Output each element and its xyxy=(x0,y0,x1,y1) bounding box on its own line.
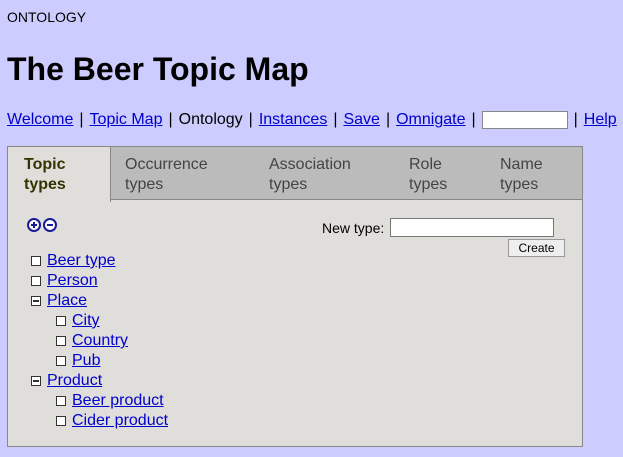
tree-toggle-icon[interactable] xyxy=(56,396,66,406)
tree-node: Place xyxy=(31,291,87,311)
nav-separator: | xyxy=(385,111,391,128)
tree-toggle-icon[interactable] xyxy=(56,316,66,326)
tree-node-link[interactable]: City xyxy=(72,311,100,331)
nav-omnigate[interactable]: Omnigate xyxy=(396,110,465,130)
new-type-input[interactable] xyxy=(390,218,555,237)
tree-expand-controls xyxy=(27,218,57,232)
nav-separator: | xyxy=(248,111,253,128)
tree-node: Beer product xyxy=(56,391,164,411)
tree-node-link[interactable]: Beer product xyxy=(72,391,164,411)
nav-welcome[interactable]: Welcome xyxy=(7,110,73,130)
tree-node: Pub xyxy=(56,351,100,371)
tree-toggle-icon[interactable] xyxy=(31,256,41,266)
tab-topic-types[interactable]: Topic types xyxy=(8,147,111,202)
nav-topic-map[interactable]: Topic Map xyxy=(90,110,163,130)
tab-label-line: types xyxy=(24,176,66,193)
tree-toggle-icon[interactable] xyxy=(31,276,41,286)
nav-search-input[interactable] xyxy=(481,111,568,129)
nav-separator: | xyxy=(79,111,84,128)
tab-role-types[interactable]: Role types xyxy=(409,147,447,201)
create-button[interactable]: Create xyxy=(508,239,565,257)
nav-separator: | xyxy=(333,111,338,128)
tree-node-link[interactable]: Pub xyxy=(72,351,100,371)
new-type-label: New type: xyxy=(322,219,385,236)
nav-separator: | xyxy=(573,111,578,128)
new-type-form: New type: xyxy=(322,218,555,237)
tree-node-link[interactable]: Country xyxy=(72,331,128,351)
tab-label-line: types xyxy=(125,176,164,193)
top-nav: Welcome | Topic Map | Ontology | Instanc… xyxy=(7,110,617,130)
tab-label-line: Topic xyxy=(24,156,66,173)
topic-types-panel: New type: Create Beer type Person Place … xyxy=(7,199,583,447)
tab-label-line: types xyxy=(269,176,308,193)
tree-node: Beer type xyxy=(31,251,115,271)
tab-label-line: Association xyxy=(269,156,351,173)
nav-help[interactable]: Help xyxy=(584,110,617,130)
tree-toggle-icon[interactable] xyxy=(56,356,66,366)
expand-all-icon[interactable] xyxy=(27,218,41,232)
tree-toggle-icon[interactable] xyxy=(56,416,66,426)
nav-ontology-current: Ontology xyxy=(178,111,243,128)
tab-name-types[interactable]: Name types xyxy=(500,147,543,201)
page-title: The Beer Topic Map xyxy=(7,51,309,87)
tree-node: Product xyxy=(31,371,102,391)
tab-bar: Topic types Occurrence types Association… xyxy=(7,146,583,202)
tab-occurrence-types[interactable]: Occurrence types xyxy=(125,147,208,201)
tab-label-line: types xyxy=(409,176,448,193)
tree-node-link[interactable]: Place xyxy=(47,291,87,311)
tab-label-line: Occurrence xyxy=(125,156,208,173)
tab-label-line: types xyxy=(500,176,539,193)
tab-label-line: Name xyxy=(500,156,543,173)
tree-node: Country xyxy=(56,331,128,351)
collapse-all-icon[interactable] xyxy=(43,218,57,232)
tree-node-link[interactable]: Cider product xyxy=(72,411,168,431)
tab-association-types[interactable]: Association types xyxy=(269,147,351,201)
nav-instances[interactable]: Instances xyxy=(259,110,327,130)
tree-collapse-icon[interactable] xyxy=(31,376,41,386)
tree-node: Person xyxy=(31,271,98,291)
tree-node-link[interactable]: Beer type xyxy=(47,251,115,271)
tree-node-link[interactable]: Person xyxy=(47,271,98,291)
tree-collapse-icon[interactable] xyxy=(31,296,41,306)
section-label: ONTOLOGY xyxy=(7,9,87,25)
nav-separator: | xyxy=(471,111,476,128)
tab-label-line: Role xyxy=(409,156,442,173)
tree-node-link[interactable]: Product xyxy=(47,371,102,391)
tree-toggle-icon[interactable] xyxy=(56,336,66,346)
tree-node: Cider product xyxy=(56,411,168,431)
nav-save[interactable]: Save xyxy=(343,110,379,130)
nav-separator: | xyxy=(168,111,173,128)
tree-node: City xyxy=(56,311,100,331)
